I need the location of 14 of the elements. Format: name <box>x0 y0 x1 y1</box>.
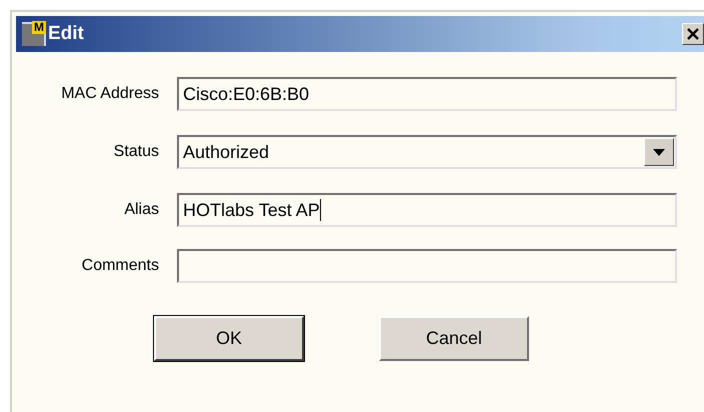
input-field[interactable]: Cisco:E0:6B:B0 <box>177 77 677 111</box>
dialog-button[interactable]: Cancel <box>379 316 529 361</box>
window-title: Edit <box>48 23 84 45</box>
field-label: Alias <box>123 201 159 219</box>
input-field[interactable] <box>177 249 677 283</box>
close-icon <box>687 28 699 40</box>
field-label: Status <box>112 143 159 161</box>
input-field[interactable]: HOTlabs Test AP <box>177 193 677 227</box>
field-label: MAC Address <box>60 85 159 103</box>
dialog-button[interactable]: OK <box>154 316 304 361</box>
close-button[interactable] <box>682 23 704 45</box>
status-dropdown[interactable]: Authorized <box>177 135 677 169</box>
field-label: Comments <box>80 257 159 275</box>
app-icon: M <box>22 22 46 46</box>
